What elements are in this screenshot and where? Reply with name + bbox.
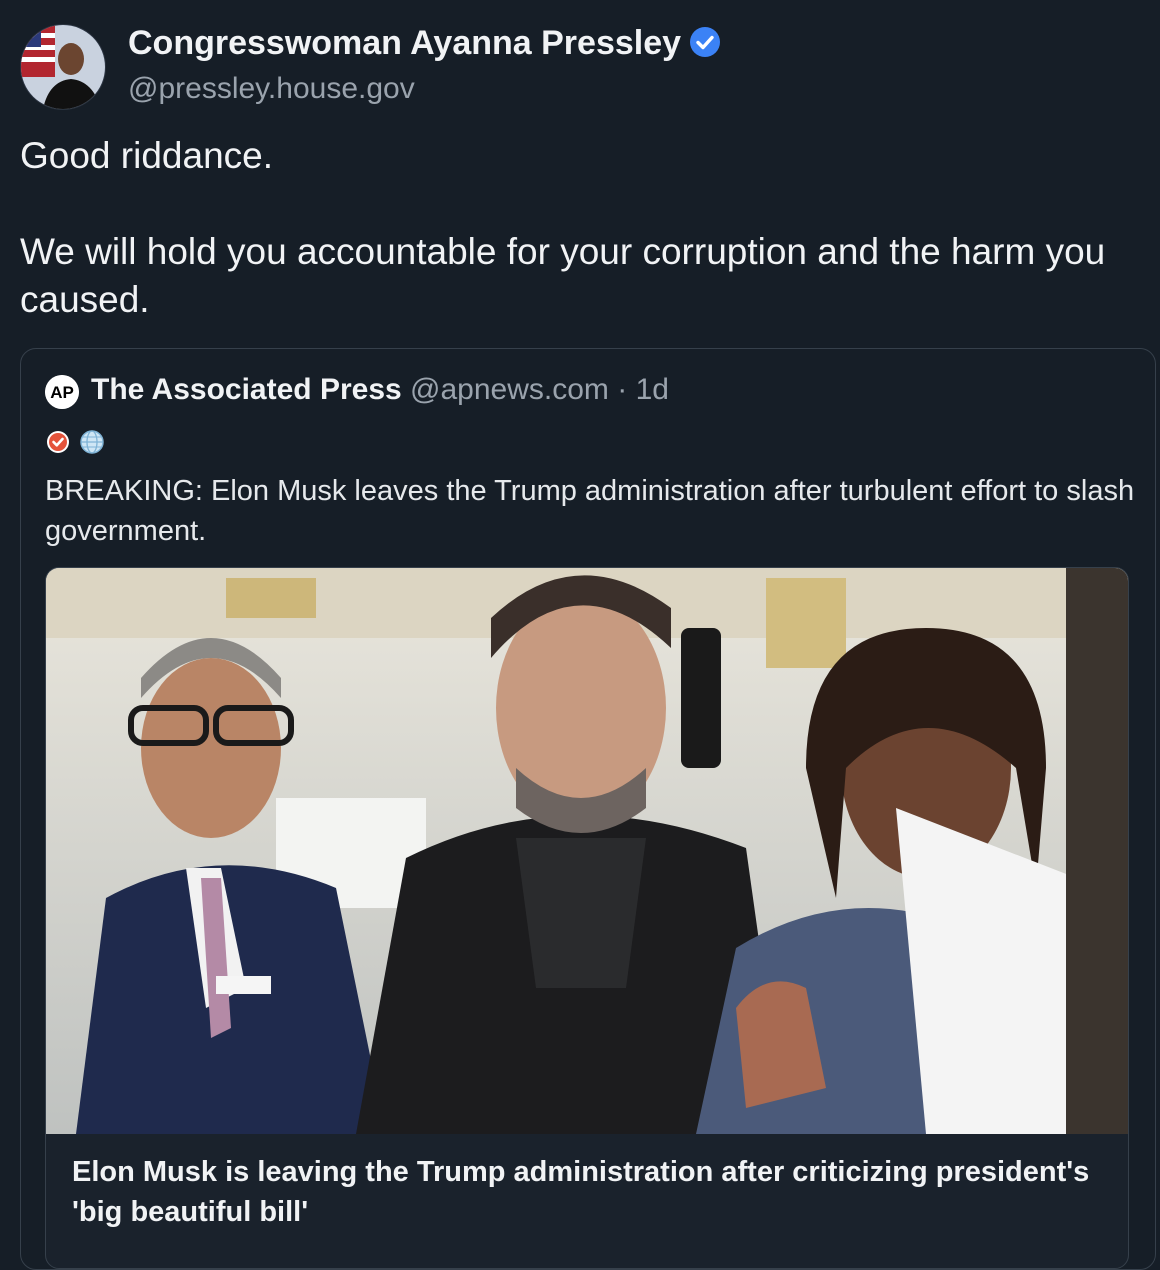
author-name[interactable]: Congresswoman Ayanna Pressley xyxy=(128,24,721,63)
link-card[interactable]: Elon Musk is leaving the Trump administr… xyxy=(45,567,1129,1269)
ap-logo-text: AP xyxy=(50,383,74,402)
link-card-title: Elon Musk is leaving the Trump administr… xyxy=(72,1156,1090,1228)
post-text-line: Good riddance. xyxy=(20,135,274,176)
quoted-author-name: The Associated Press xyxy=(91,373,402,406)
quoted-post-text: BREAKING: Elon Musk leaves the Trump adm… xyxy=(45,475,1135,547)
quoted-post[interactable]: AP The Associated Press @apnews.com · 1d… xyxy=(20,348,1156,1270)
author-handle[interactable]: @pressley.house.gov xyxy=(128,72,415,106)
quoted-author-meta: @apnews.com · 1d xyxy=(410,373,669,406)
post-text: Good riddance. We will hold you accounta… xyxy=(20,132,1130,324)
news-photo xyxy=(46,568,1128,1134)
globe-icon xyxy=(80,430,105,454)
verified-badge-icon xyxy=(690,27,721,58)
verified-check-badge-icon xyxy=(47,431,69,453)
author-name-text: Congresswoman Ayanna Pressley xyxy=(128,24,682,62)
post-text-line: We will hold you accountable for your co… xyxy=(20,231,1106,320)
author-avatar[interactable] xyxy=(20,24,106,110)
post: Congresswoman Ayanna Pressley @pressley.… xyxy=(0,0,1160,1270)
quoted-badges xyxy=(45,429,109,455)
quoted-author[interactable]: The Associated Press @apnews.com · 1d xyxy=(91,373,669,407)
ap-logo-icon: AP xyxy=(45,375,79,409)
